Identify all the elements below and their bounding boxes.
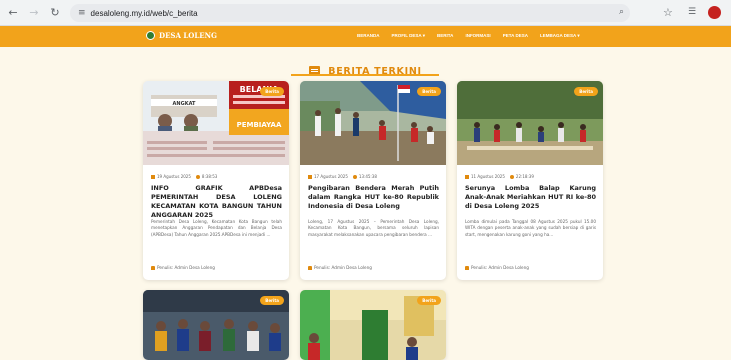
post-time: 8:38:53: [201, 174, 218, 179]
site-info-icon[interactable]: ≡: [78, 8, 86, 18]
category-badge[interactable]: Berita: [417, 87, 441, 96]
category-badge[interactable]: Berita: [417, 296, 441, 305]
news-card-image[interactable]: ANGKAT BELANJA PEMBIAYAA Berita: [143, 81, 289, 165]
reload-icon[interactable]: ↻: [47, 5, 63, 21]
clock-icon: [509, 174, 514, 179]
post-meta: 17 Agustus 2025 13:45:38: [308, 174, 377, 179]
image-caption-pembiayaan: PEMBIAYAA: [237, 121, 282, 129]
back-icon[interactable]: ←: [5, 5, 21, 21]
post-date: 17 Agustus 2025: [314, 174, 348, 179]
calendar-icon: [308, 174, 312, 179]
author-name: Penulis: Admin Desa Loleng: [157, 265, 215, 270]
menu-item-peta-desa[interactable]: PETA DESA: [503, 33, 528, 39]
post-excerpt: Loleng, 17 Agustus 2025 – Pemerintah Des…: [308, 219, 439, 237]
post-title[interactable]: Pengibaran Bendera Merah Putih dalam Ran…: [308, 184, 439, 211]
menu-item-profil-desa[interactable]: PROFIL DESA ▾: [392, 33, 426, 39]
menu-item-berita[interactable]: BERITA: [437, 33, 453, 39]
post-author: Penulis: Admin Desa Loleng: [151, 265, 215, 270]
calendar-icon: [465, 174, 469, 179]
zoom-icon[interactable]: ⌕: [619, 7, 624, 17]
forward-icon[interactable]: →: [26, 5, 42, 21]
site-navbar: DESA LOLENG BERANDA PROFIL DESA ▾ BERITA…: [0, 26, 731, 47]
url-text: desaloleng.my.id/web/c_berita: [90, 8, 198, 18]
post-meta: 19 Agustus 2025 8:38:53: [151, 174, 217, 179]
post-meta: 11 Agustus 2025 22:18:39: [465, 174, 534, 179]
bookmark-star-icon[interactable]: ☆: [663, 6, 673, 19]
post-time: 22:18:39: [515, 174, 534, 179]
calendar-icon: [151, 174, 155, 179]
news-card[interactable]: Berita 11 Agustus 2025 22:18:39 Serunya …: [457, 81, 603, 280]
image-caption-top: ANGKAT: [173, 101, 197, 107]
category-badge[interactable]: Berita: [260, 296, 284, 305]
author-name: Penulis: Admin Desa Loleng: [314, 265, 372, 270]
user-icon: [308, 265, 312, 270]
profile-avatar[interactable]: [708, 6, 721, 19]
site-logo[interactable]: DESA LOLENG: [146, 31, 217, 40]
post-time: 13:45:38: [358, 174, 377, 179]
news-card-image[interactable]: Berita: [143, 290, 289, 360]
main-menu: BERANDA PROFIL DESA ▾ BERITA INFORMASI P…: [357, 33, 592, 39]
post-title[interactable]: Serunya Lomba Balap Karung Anak-Anak Mer…: [465, 184, 596, 211]
menu-item-lembaga-desa[interactable]: LEMBAGA DESA ▾: [540, 33, 580, 39]
clock-icon: [352, 174, 357, 179]
news-card[interactable]: Berita 17 Agustus 2025 13:45:38 Pengibar…: [300, 81, 446, 280]
section-heading: BERITA TERKINI: [0, 61, 731, 80]
category-badge[interactable]: Berita: [260, 87, 284, 96]
menu-item-beranda[interactable]: BERANDA: [357, 33, 380, 39]
logo-emblem-icon: [146, 31, 155, 40]
news-card-image[interactable]: Berita: [300, 81, 446, 165]
address-bar[interactable]: ≡ desaloleng.my.id/web/c_berita ⌕: [70, 4, 630, 22]
logo-text: DESA LOLENG: [159, 31, 217, 40]
news-card-image[interactable]: Berita: [300, 290, 446, 360]
menu-item-informasi[interactable]: INFORMASI: [465, 33, 490, 39]
clock-icon: [195, 174, 200, 179]
post-title[interactable]: INFO GRAFIK APBDesa PEMERINTAH DESA LOLE…: [151, 184, 282, 220]
user-icon: [465, 265, 469, 270]
heading-underline: [291, 74, 439, 76]
post-author: Penulis: Admin Desa Loleng: [308, 265, 372, 270]
author-name: Penulis: Admin Desa Loleng: [471, 265, 529, 270]
news-card[interactable]: Berita: [143, 290, 289, 360]
news-card[interactable]: Berita: [300, 290, 446, 360]
news-card[interactable]: ANGKAT BELANJA PEMBIAYAA Berita 19 Agust…: [143, 81, 289, 280]
user-icon: [151, 265, 155, 270]
post-author: Penulis: Admin Desa Loleng: [465, 265, 529, 270]
post-excerpt: Pemerintah Desa Loleng, Kecamatan Kota B…: [151, 219, 282, 237]
post-excerpt: Lomba dimulai pada Tanggal 08 Agustus 20…: [465, 219, 596, 237]
category-badge[interactable]: Berita: [574, 87, 598, 96]
post-date: 19 Agustus 2025: [157, 174, 191, 179]
extensions-icon[interactable]: ☰: [688, 7, 696, 17]
browser-toolbar: ← → ↻ ≡ desaloleng.my.id/web/c_berita ⌕ …: [0, 0, 731, 26]
post-date: 11 Agustus 2025: [471, 174, 505, 179]
news-card-image[interactable]: Berita: [457, 81, 603, 165]
